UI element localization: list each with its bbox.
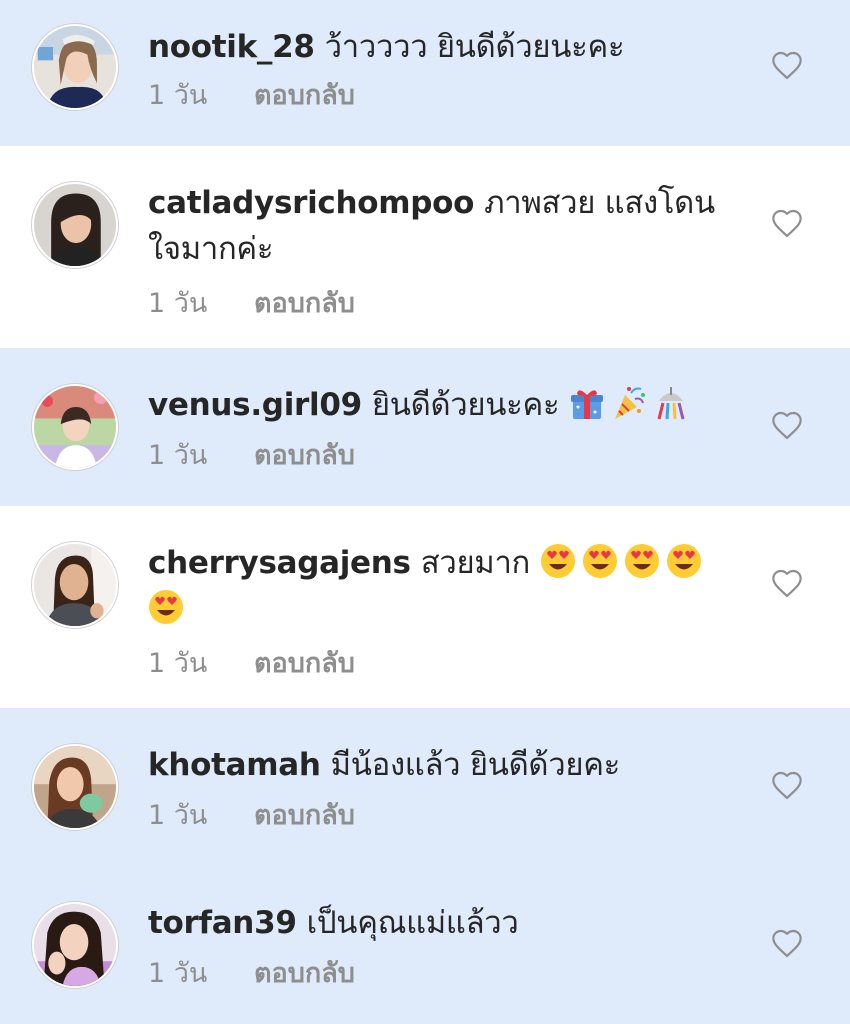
comment-timestamp: 1 วัน (148, 288, 208, 319)
heart-eyes-emoji (666, 543, 702, 579)
avatar[interactable] (32, 384, 118, 470)
comment-meta: 1 วัน ตอบกลับ (148, 436, 728, 476)
heart-eyes-emoji (582, 543, 618, 579)
heart-eyes-emoji (540, 543, 576, 579)
avatar[interactable] (32, 24, 118, 110)
heart-outline-icon[interactable] (770, 568, 804, 602)
reply-button[interactable]: ตอบกลับ (254, 800, 355, 831)
comment-username[interactable]: catladysrichompoo (148, 185, 474, 221)
comment-meta: 1 วัน ตอบกลับ (148, 954, 728, 994)
avatar[interactable] (32, 902, 118, 988)
comment-timestamp: 1 วัน (148, 800, 208, 831)
comment-text: torfan39 เป็นคุณแม่แล้วว (148, 900, 728, 946)
comment-timestamp: 1 วัน (148, 648, 208, 679)
comment-text: venus.girl09 ยินดีด้วยนะคะ (148, 382, 728, 428)
comment-item: nootik_28 ว้าวววว ยินดีด้วยนะคะ 1 วัน ตอบก… (0, 0, 850, 146)
comment-body: ว้าวววว ยินดีด้วยนะคะ (324, 29, 625, 65)
comment-item: khotamah มีน้องแล้ว ยินดีด้วยคะ 1 วัน ตอบก… (0, 708, 850, 866)
reply-button[interactable]: ตอบกลับ (254, 440, 355, 471)
reply-button[interactable]: ตอบกลับ (254, 648, 355, 679)
heart-outline-icon[interactable] (770, 50, 804, 84)
reply-button[interactable]: ตอบกลับ (254, 958, 355, 989)
comment-body: ยินดีด้วยนะคะ (371, 387, 560, 423)
comment-username[interactable]: venus.girl09 (148, 387, 362, 423)
heart-eyes-emoji (148, 589, 184, 625)
comment-timestamp: 1 วัน (148, 440, 208, 471)
confetti-ball-emoji (653, 385, 689, 421)
reply-button[interactable]: ตอบกลับ (254, 80, 355, 111)
comment-meta: 1 วัน ตอบกลับ (148, 644, 728, 684)
heart-eyes-emoji (624, 543, 660, 579)
comment-body: มีน้องแล้ว ยินดีด้วยคะ (330, 747, 621, 783)
comment-item: cherrysagajens สวยมาก 1 วัน ตอบกลับ (0, 506, 850, 708)
gift-emoji (569, 385, 605, 421)
comment-meta: 1 วัน ตอบกลับ (148, 796, 728, 836)
comment-text: catladysrichompoo ภาพสวย แสงโดนใจมากค่ะ (148, 180, 728, 272)
comment-username[interactable]: torfan39 (148, 905, 297, 941)
heart-outline-icon[interactable] (770, 410, 804, 444)
avatar[interactable] (32, 542, 118, 628)
comment-username[interactable]: cherrysagajens (148, 545, 411, 581)
heart-outline-icon[interactable] (770, 928, 804, 962)
party-popper-emoji (611, 385, 647, 421)
comment-item: venus.girl09 ยินดีด้วยนะคะ 1 วัน ตอบกลับ (0, 348, 850, 506)
comment-body: เป็นคุณแม่แล้วว (306, 905, 519, 941)
comment-item: catladysrichompoo ภาพสวย แสงโดนใจมากค่ะ 1… (0, 146, 850, 348)
comment-text: cherrysagajens สวยมาก (148, 540, 728, 632)
avatar[interactable] (32, 182, 118, 268)
comment-timestamp: 1 วัน (148, 80, 208, 111)
comment-text: nootik_28 ว้าวววว ยินดีด้วยนะคะ (148, 24, 728, 70)
comment-item: torfan39 เป็นคุณแม่แล้วว 1 วัน ตอบกลับ (0, 866, 850, 1024)
comment-body: สวยมาก (420, 545, 531, 581)
comment-meta: 1 วัน ตอบกลับ (148, 284, 728, 324)
comment-timestamp: 1 วัน (148, 958, 208, 989)
avatar[interactable] (32, 744, 118, 830)
comment-meta: 1 วัน ตอบกลับ (148, 76, 728, 116)
reply-button[interactable]: ตอบกลับ (254, 288, 355, 319)
comment-username[interactable]: khotamah (148, 747, 321, 783)
comment-text: khotamah มีน้องแล้ว ยินดีด้วยคะ (148, 742, 728, 788)
heart-outline-icon[interactable] (770, 208, 804, 242)
heart-outline-icon[interactable] (770, 770, 804, 804)
comment-username[interactable]: nootik_28 (148, 29, 315, 65)
